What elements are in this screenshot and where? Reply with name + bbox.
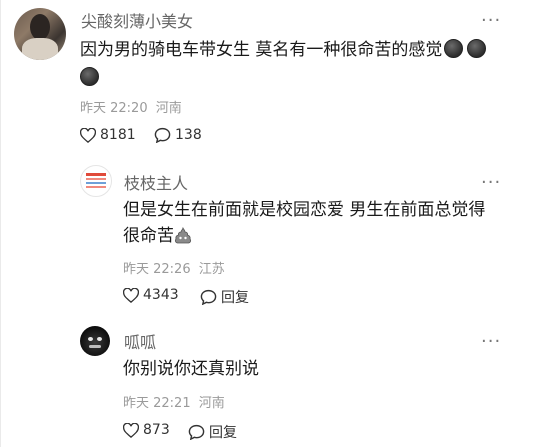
- like-count: 4343: [143, 287, 179, 303]
- comment-meta: 昨天 22:21 河南: [123, 392, 225, 411]
- comment-text-line2: 很命苦: [123, 222, 192, 250]
- heart-icon: [80, 127, 96, 143]
- like-button[interactable]: 8181: [80, 127, 136, 143]
- comment-text: 但是女生在前面就是校园恋爱 男生在前面总觉得: [123, 200, 486, 220]
- like-count: 873: [143, 422, 170, 438]
- comment-text-line2: [80, 64, 101, 92]
- comment-bubble-icon: [154, 127, 171, 143]
- comment-meta: 昨天 22:26 江苏: [123, 258, 225, 277]
- comment-text: 你别说你还真别说: [123, 359, 259, 379]
- reply-button[interactable]: 回复: [188, 422, 237, 442]
- heart-icon: [123, 422, 139, 438]
- author-name[interactable]: 枝枝主人: [124, 170, 188, 194]
- timestamp: 昨天 22:21: [123, 396, 191, 411]
- author-name[interactable]: 呱呱: [124, 329, 156, 353]
- avatar[interactable]: [80, 165, 112, 197]
- timestamp: 昨天 22:20: [80, 101, 148, 116]
- avatar[interactable]: [80, 326, 110, 356]
- comment-text: 因为男的骑电车带女生 莫名有一种很命苦的感觉: [80, 36, 488, 64]
- heart-icon: [123, 287, 139, 303]
- like-button[interactable]: 4343: [123, 287, 179, 303]
- reply-count: 138: [175, 127, 202, 143]
- sad-face-emoji-icon: [467, 39, 487, 58]
- author-name[interactable]: 尖酸刻薄小美女: [81, 8, 193, 32]
- comment-text-line: 很命苦: [123, 226, 174, 246]
- location: 河南: [155, 101, 182, 116]
- comment-bubble-icon: [200, 289, 217, 305]
- reply-button[interactable]: 138: [154, 127, 202, 143]
- sad-face-emoji-icon: [80, 67, 99, 86]
- more-options-icon[interactable]: ···: [481, 174, 501, 192]
- comment-meta: 昨天 22:20 河南: [80, 97, 182, 116]
- more-options-icon[interactable]: ···: [481, 12, 501, 30]
- like-button[interactable]: 873: [123, 422, 170, 438]
- comment-bubble-icon: [188, 424, 205, 440]
- reply-button[interactable]: 回复: [200, 287, 249, 307]
- timestamp: 昨天 22:26: [123, 262, 191, 277]
- avatar[interactable]: [14, 8, 66, 60]
- comment-main: 尖酸刻薄小美女 ··· 因为男的骑电车带女生 莫名有一种很命苦的感觉 昨天 22…: [0, 0, 543, 150]
- reply-comment: 枝枝主人 ··· 但是女生在前面就是校园恋爱 男生在前面总觉得 很命苦 昨天 2…: [0, 150, 543, 310]
- like-count: 8181: [100, 127, 136, 143]
- location: 江苏: [198, 262, 225, 277]
- location: 河南: [198, 396, 225, 411]
- reply-comment: 呱呱 ··· 你别说你还真别说 昨天 22:21 河南 873 回复: [0, 310, 543, 447]
- reply-label: 回复: [221, 290, 249, 306]
- poop-emoji-icon: [174, 227, 192, 244]
- reply-label: 回复: [209, 425, 237, 441]
- comment-text-line: 因为男的骑电车带女生 莫名有一种很命苦的感觉: [80, 40, 443, 60]
- sad-face-emoji-icon: [444, 39, 464, 58]
- more-options-icon[interactable]: ···: [481, 333, 501, 351]
